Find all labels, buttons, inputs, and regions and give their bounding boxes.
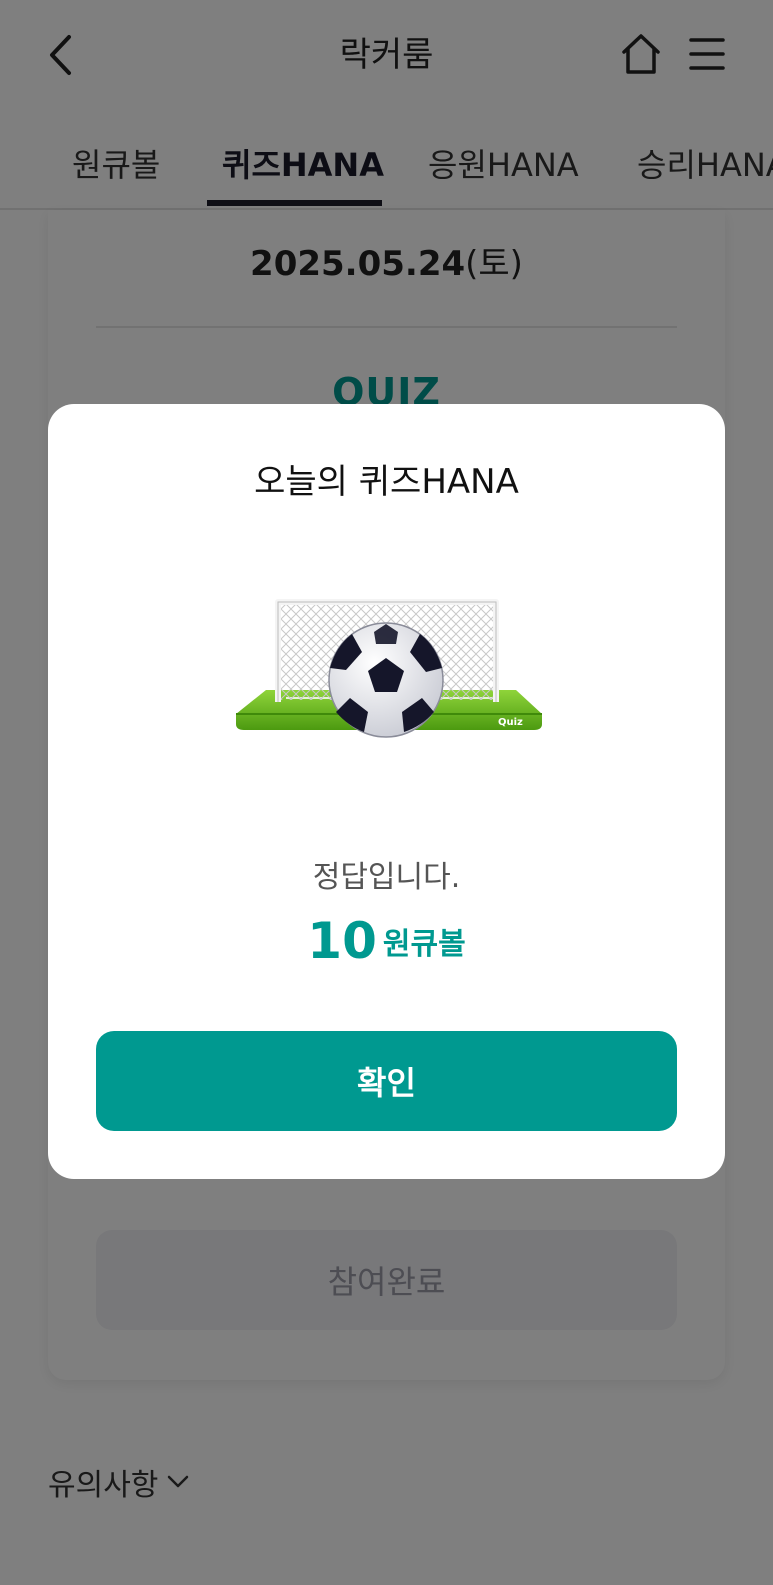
quiz-result-modal: 오늘의 퀴즈HANA Quiz 정답입니다. 10 원큐볼 확인 — [48, 404, 725, 1179]
soccer-goal-ball-icon: Quiz — [236, 599, 542, 738]
result-message: 정답입니다. — [312, 860, 461, 895]
modal-title: 오늘의 퀴즈HANA — [254, 462, 519, 502]
quiz-badge-text: Quiz — [498, 717, 523, 728]
confirm-button[interactable]: 확인 — [96, 1031, 677, 1131]
reward-unit: 원큐볼 — [382, 927, 466, 962]
reward-amount: 10 — [307, 912, 377, 970]
reward-amount-display: 10 원큐볼 — [48, 912, 725, 970]
